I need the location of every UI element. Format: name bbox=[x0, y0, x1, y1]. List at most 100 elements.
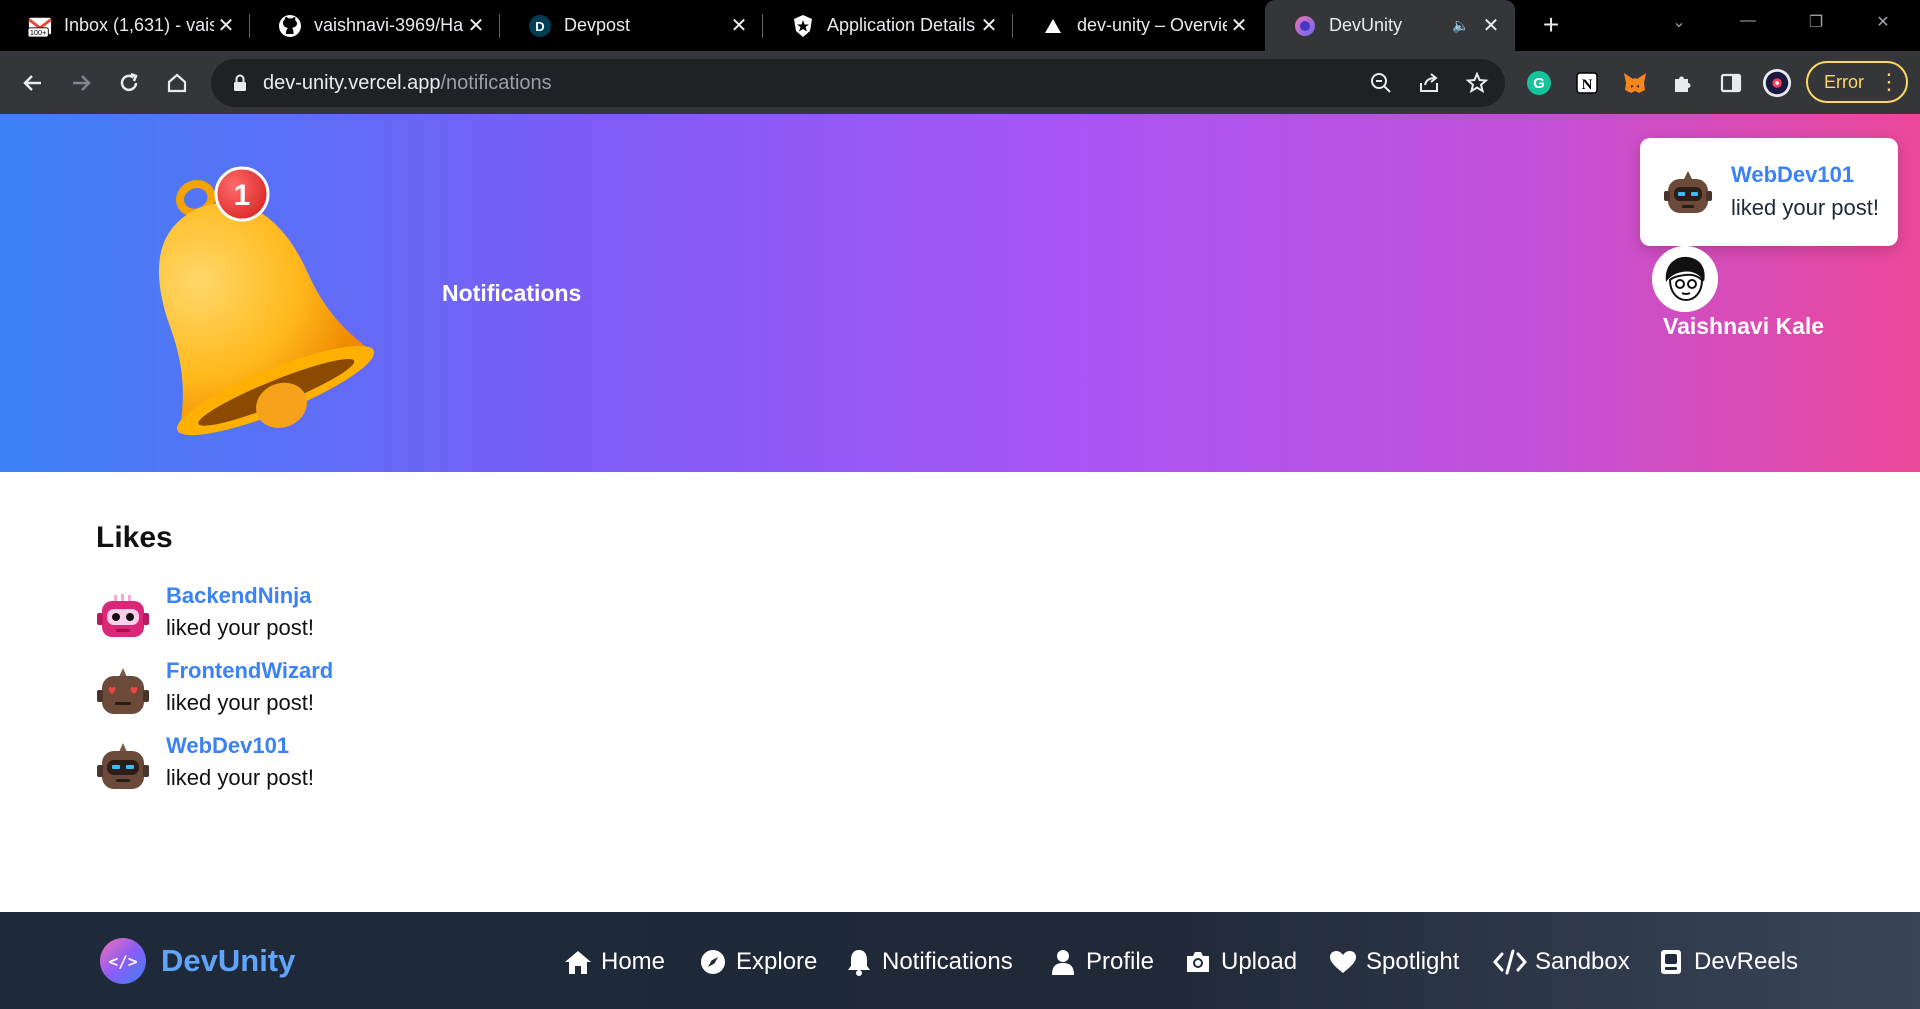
nav-label: Profile bbox=[1086, 948, 1155, 975]
more-menu-icon[interactable]: ⋮ bbox=[1878, 71, 1900, 93]
bottom-navbar: </> DevUnity Home Explore Notifications … bbox=[0, 912, 1920, 1009]
list-item[interactable]: BackendNinja liked your post! bbox=[96, 583, 596, 653]
grammarly-icon[interactable]: G bbox=[1524, 68, 1554, 98]
new-tab-button[interactable]: + bbox=[1536, 9, 1566, 40]
user-name[interactable]: Vaishnavi Kale bbox=[1663, 313, 1824, 340]
code-icon bbox=[1493, 947, 1527, 977]
vercel-icon bbox=[1041, 14, 1065, 38]
tab-title: Inbox (1,631) - vaish bbox=[64, 15, 214, 35]
home-icon bbox=[563, 947, 593, 977]
nav-label: Notifications bbox=[882, 948, 1013, 975]
close-icon[interactable]: ✕ bbox=[214, 14, 238, 38]
like-username[interactable]: BackendNinja bbox=[166, 583, 312, 609]
url-text: dev-unity.vercel.app/notifications bbox=[263, 72, 552, 95]
nav-label: Home bbox=[601, 948, 666, 975]
nav-notifications[interactable]: Notifications bbox=[844, 944, 1013, 980]
nav-label: Upload bbox=[1221, 948, 1298, 975]
toast-username[interactable]: WebDev101 bbox=[1731, 162, 1854, 188]
reload-icon[interactable] bbox=[113, 67, 145, 99]
share-icon[interactable] bbox=[1416, 70, 1442, 96]
close-icon[interactable]: ✕ bbox=[977, 14, 1001, 38]
user-avatar-icon bbox=[1652, 246, 1718, 312]
tab-title: vaishnavi-3969/Hac bbox=[314, 15, 464, 35]
gmail-badge: 100+ bbox=[30, 28, 47, 37]
tab-gmail[interactable]: 100+ Inbox (1,631) - vaish ✕ bbox=[0, 0, 250, 51]
like-message: liked your post! bbox=[166, 765, 314, 790]
auth0-icon bbox=[791, 14, 815, 38]
like-message: liked your post! bbox=[166, 615, 314, 640]
notifications-hero: 1 Notifications bbox=[0, 114, 1920, 472]
tab-github[interactable]: vaishnavi-3969/Hac ✕ bbox=[250, 0, 500, 51]
gmail-icon: 100+ bbox=[28, 14, 52, 38]
heart-icon bbox=[1328, 947, 1358, 977]
like-username[interactable]: FrontendWizard bbox=[166, 658, 333, 684]
tab-devunity[interactable]: DevUnity 🔈 ✕ bbox=[1265, 0, 1515, 51]
metamask-icon[interactable] bbox=[1620, 68, 1650, 98]
compass-icon bbox=[698, 947, 728, 977]
list-item[interactable]: FrontendWizard liked your post! bbox=[96, 658, 596, 728]
forward-icon[interactable] bbox=[65, 67, 97, 99]
logo-text: </> bbox=[108, 951, 138, 971]
tab-vercel[interactable]: dev-unity – Overvie ✕ bbox=[1013, 0, 1263, 51]
tab-title: DevUnity bbox=[1329, 15, 1403, 35]
close-window-icon[interactable]: ✕ bbox=[1870, 12, 1896, 32]
nav-label: Explore bbox=[736, 948, 818, 975]
tab-search-icon[interactable]: ⌄ bbox=[1666, 12, 1692, 32]
svg-text:N: N bbox=[1582, 77, 1593, 93]
bell-badge-count: 1 bbox=[234, 179, 251, 212]
bookmark-star-icon[interactable] bbox=[1464, 70, 1490, 96]
close-icon[interactable]: ✕ bbox=[464, 14, 488, 38]
error-button[interactable]: Error ⋮ bbox=[1806, 61, 1908, 103]
github-icon bbox=[278, 14, 302, 38]
url-path: /notifications bbox=[440, 71, 552, 94]
svg-text:G: G bbox=[1533, 75, 1545, 92]
brand-link[interactable]: </> DevUnity bbox=[100, 938, 295, 984]
nav-sandbox[interactable]: Sandbox bbox=[1493, 944, 1630, 980]
close-icon[interactable]: ✕ bbox=[727, 14, 751, 38]
like-message: liked your post! bbox=[166, 690, 314, 715]
bell-icon bbox=[844, 947, 874, 977]
nav-spotlight[interactable]: Spotlight bbox=[1328, 944, 1459, 980]
like-username[interactable]: WebDev101 bbox=[166, 733, 289, 759]
side-panel-icon[interactable] bbox=[1716, 68, 1746, 98]
svg-text:D: D bbox=[535, 19, 544, 34]
close-icon[interactable]: ✕ bbox=[1479, 14, 1503, 38]
brand-name: DevUnity bbox=[161, 943, 296, 978]
user-icon bbox=[1048, 947, 1078, 977]
error-label: Error bbox=[1824, 71, 1864, 92]
speaker-icon[interactable]: 🔈 bbox=[1449, 14, 1473, 38]
nav-devreels[interactable]: DevReels bbox=[1656, 944, 1798, 980]
devunity-favicon-icon bbox=[1293, 14, 1317, 38]
zoom-icon[interactable] bbox=[1368, 70, 1394, 96]
nav-explore[interactable]: Explore bbox=[698, 944, 817, 980]
notion-icon[interactable]: N bbox=[1572, 68, 1602, 98]
nav-profile[interactable]: Profile bbox=[1048, 944, 1154, 980]
extensions-puzzle-icon[interactable] bbox=[1668, 68, 1698, 98]
nav-label: DevReels bbox=[1694, 948, 1799, 975]
restore-icon[interactable]: ❐ bbox=[1803, 12, 1829, 32]
home-browser-icon[interactable] bbox=[161, 67, 193, 99]
page-title: Notifications bbox=[442, 280, 582, 306]
robot-avatar-icon bbox=[1664, 171, 1712, 213]
nav-home[interactable]: Home bbox=[563, 944, 665, 980]
toast-message: liked your post! bbox=[1731, 195, 1879, 220]
tab-auth0[interactable]: Application Details ✕ bbox=[763, 0, 1013, 51]
avatar[interactable] bbox=[1652, 246, 1718, 312]
like-toast[interactable]: WebDev101 liked your post! bbox=[1640, 138, 1898, 246]
address-bar[interactable]: dev-unity.vercel.app/notifications bbox=[211, 59, 1505, 107]
nav-upload[interactable]: Upload bbox=[1183, 944, 1297, 980]
tab-devpost[interactable]: D Devpost ✕ bbox=[500, 0, 763, 51]
browser-tab-strip: 100+ Inbox (1,631) - vaish ✕ vaishnavi-3… bbox=[0, 0, 1920, 51]
profile-avatar-icon[interactable] bbox=[1762, 68, 1792, 98]
lock-icon[interactable] bbox=[229, 72, 251, 94]
likes-heading: Likes bbox=[96, 521, 173, 554]
tab-title: Application Details bbox=[827, 15, 976, 35]
back-icon[interactable] bbox=[17, 67, 49, 99]
brown-robot-hearts-avatar-icon bbox=[97, 668, 149, 714]
brown-robot-avatar-icon bbox=[97, 743, 149, 789]
nav-label: Spotlight bbox=[1366, 948, 1460, 975]
close-icon[interactable]: ✕ bbox=[1227, 14, 1251, 38]
list-item[interactable]: WebDev101 liked your post! bbox=[96, 733, 596, 803]
tab-title: Devpost bbox=[564, 15, 631, 35]
minimize-icon[interactable]: — bbox=[1735, 12, 1761, 30]
